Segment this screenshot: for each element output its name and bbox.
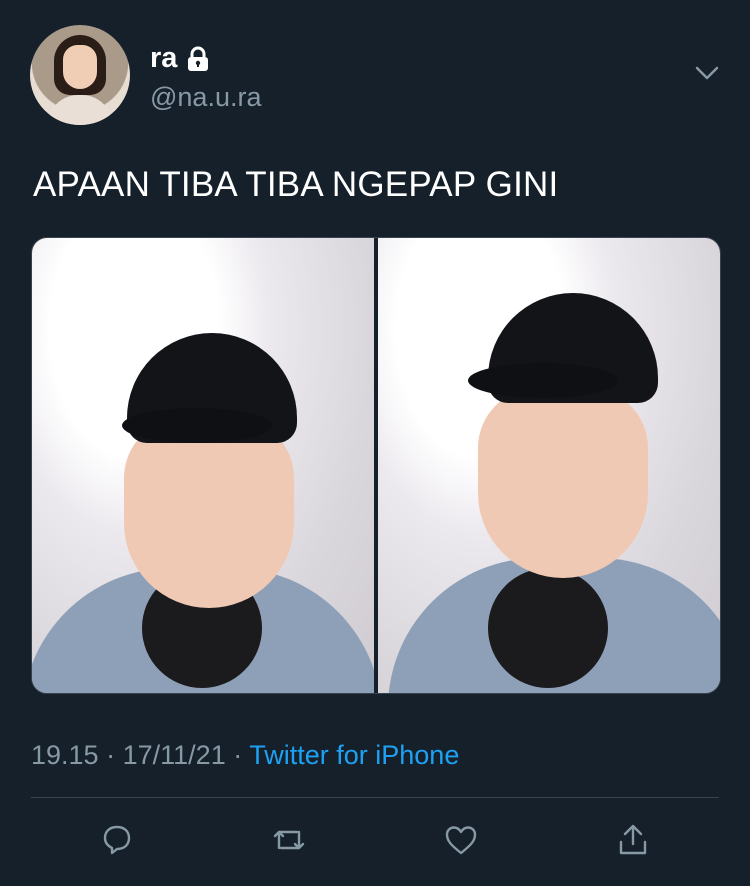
user-handle[interactable]: @na.u.ra	[150, 82, 261, 113]
chevron-down-icon[interactable]	[693, 62, 721, 84]
display-name[interactable]: ra	[150, 42, 177, 75]
reply-icon[interactable]	[97, 820, 137, 860]
meta-separator: ·	[106, 740, 116, 770]
tweet-actions	[31, 820, 719, 862]
share-icon[interactable]	[613, 820, 653, 860]
tweet-photo-1[interactable]	[32, 238, 374, 693]
avatar-shirt	[48, 95, 112, 125]
meta-separator: ·	[233, 740, 243, 770]
avatar-face	[63, 45, 97, 89]
like-icon[interactable]	[441, 820, 481, 860]
lock-icon	[185, 46, 211, 72]
tweet-text: APAAN TIBA TIBA NGEPAP GINI	[33, 165, 559, 204]
divider	[31, 797, 719, 798]
tweet-photo-2[interactable]	[378, 238, 720, 693]
author-name-row[interactable]: ra	[150, 42, 211, 75]
retweet-icon[interactable]	[269, 820, 309, 860]
tweet-time: 19.15	[31, 740, 99, 770]
tweet-meta: 19.15 · 17/11/21 · Twitter for iPhone	[31, 740, 459, 771]
tweet-source-link[interactable]: Twitter for iPhone	[249, 740, 459, 770]
tweet-date: 17/11/21	[122, 740, 226, 770]
tweet-media[interactable]	[31, 237, 721, 694]
avatar[interactable]	[30, 25, 130, 125]
